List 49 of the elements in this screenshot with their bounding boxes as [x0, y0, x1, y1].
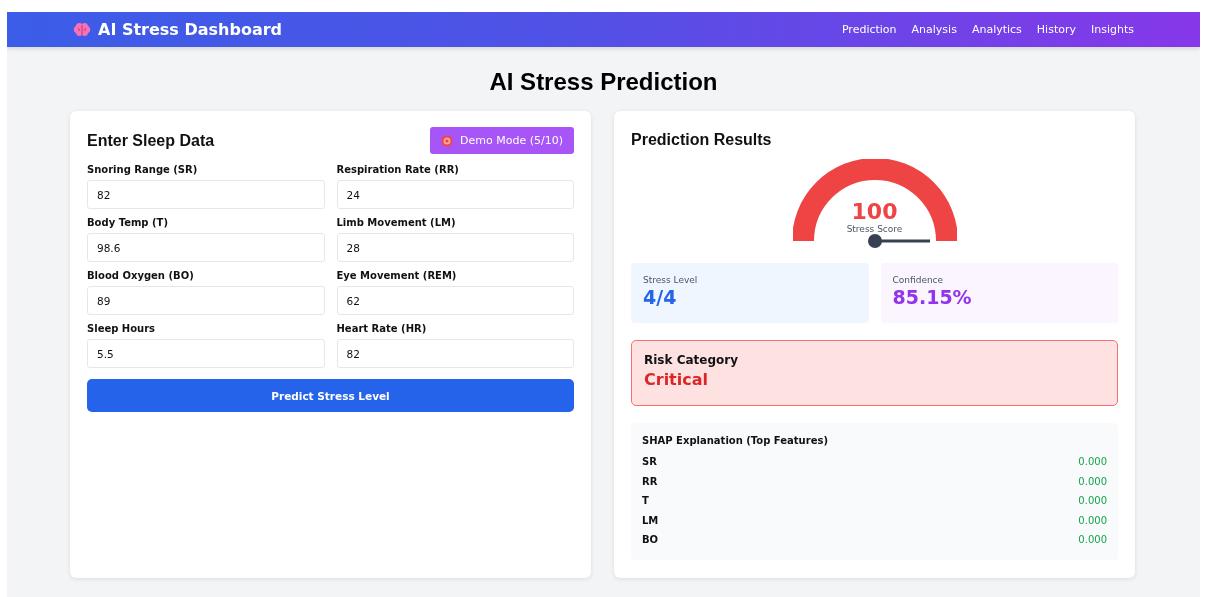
input-field[interactable]: 24: [336, 180, 574, 209]
input-field[interactable]: 89: [87, 286, 325, 315]
field-label: Blood Oxygen (BO): [87, 270, 195, 281]
feature-name: LM: [642, 514, 659, 526]
field-label: Snoring Range (SR): [87, 164, 199, 175]
input-field[interactable]: 62: [336, 286, 574, 315]
stat-label: Stress Level: [643, 275, 699, 285]
risk-value: Critical: [644, 370, 709, 389]
feature-value: 0.000: [1078, 514, 1107, 526]
field-label: Body Temp (T): [87, 217, 169, 228]
nav-link[interactable]: Analysis: [911, 23, 957, 36]
field-label: Sleep Hours: [87, 323, 157, 334]
feature-value: 0.000: [1078, 475, 1107, 487]
nav-link[interactable]: Analytics: [971, 23, 1022, 36]
field-label: Limb Movement (LM): [336, 217, 457, 228]
stat-label: Confidence: [892, 275, 945, 285]
target-icon: [441, 134, 454, 147]
feature-value: 0.000: [1078, 495, 1107, 507]
input-field[interactable]: 5.5: [87, 339, 325, 368]
input-field[interactable]: 98.6: [87, 233, 325, 262]
brain-icon: [73, 21, 91, 38]
feature-value: 0.000: [1078, 456, 1107, 468]
nav-link[interactable]: Prediction: [841, 23, 897, 36]
predict-button[interactable]: Predict Stress Level: [87, 379, 574, 412]
card-title: Prediction Results: [631, 131, 773, 149]
feature-value: 0.000: [1078, 534, 1107, 546]
brand-title: AI Stress Dashboard: [98, 20, 282, 39]
page-title: AI Stress Prediction: [488, 68, 719, 96]
input-field[interactable]: 82: [336, 339, 574, 368]
field-label: Respiration Rate (RR): [336, 164, 460, 175]
nav-link[interactable]: Insights: [1091, 23, 1134, 36]
feature-name: T: [642, 495, 649, 507]
feature-name: RR: [642, 475, 658, 487]
risk-label: Risk Category: [644, 353, 739, 367]
gauge-needle: [867, 234, 930, 248]
input-field[interactable]: 28: [336, 233, 574, 262]
demo-mode-button[interactable]: Demo Mode (5/10): [430, 127, 574, 154]
field-label: Eye Movement (REM): [336, 270, 458, 281]
field-label: Heart Rate (HR): [336, 323, 428, 334]
input-field[interactable]: 82: [87, 180, 325, 209]
feature-name: BO: [642, 534, 659, 546]
shap-title: SHAP Explanation (Top Features): [642, 435, 829, 446]
stress-score-value: 100: [850, 199, 899, 224]
stat-value: 4/4: [643, 286, 678, 308]
stress-score-label: Stress Score: [845, 224, 904, 234]
stat-value: 85.15%: [892, 286, 973, 308]
card-title: Enter Sleep Data: [87, 131, 215, 150]
feature-name: SR: [642, 456, 657, 468]
nav-link[interactable]: History: [1036, 23, 1076, 36]
